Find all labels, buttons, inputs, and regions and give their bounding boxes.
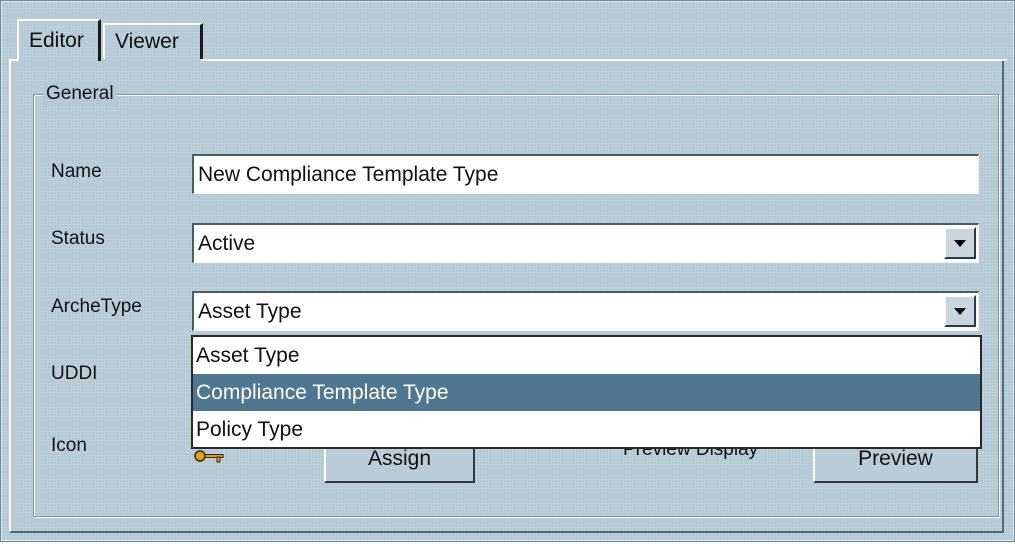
dropdown-option-label: Asset Type xyxy=(196,343,300,367)
dropdown-option-compliance-template-type[interactable]: Compliance Template Type xyxy=(193,374,980,411)
preview-button-label: Preview xyxy=(858,447,933,470)
status-dropdown-button[interactable] xyxy=(944,227,976,259)
name-field-value: New Compliance Template Type xyxy=(198,162,499,186)
archetype-select-value: Asset Type xyxy=(198,299,302,323)
status-select[interactable]: Active xyxy=(192,223,979,263)
archetype-select[interactable]: Asset Type xyxy=(192,291,979,331)
tab-editor-label: Editor xyxy=(29,29,84,52)
dropdown-option-policy-type[interactable]: Policy Type xyxy=(193,411,980,448)
name-label: Name xyxy=(51,161,102,182)
status-label: Status xyxy=(51,228,105,249)
assign-button-label: Assign xyxy=(367,447,432,470)
dropdown-option-label: Policy Type xyxy=(196,417,303,441)
archetype-label: ArcheType xyxy=(51,296,142,317)
uddi-label: UDDI xyxy=(51,363,98,384)
archetype-dropdown-list: Asset Type Compliance Template Type Poli… xyxy=(191,335,982,449)
status-select-value: Active xyxy=(198,231,256,255)
icon-label: Icon xyxy=(51,435,87,456)
name-field[interactable]: New Compliance Template Type xyxy=(192,154,979,194)
key-icon xyxy=(194,450,224,463)
chevron-down-icon xyxy=(954,307,966,315)
tab-editor[interactable]: Editor xyxy=(17,19,101,61)
general-group-title: General xyxy=(43,83,117,105)
archetype-dropdown-button[interactable] xyxy=(944,295,976,327)
dropdown-option-asset-type[interactable]: Asset Type xyxy=(193,337,980,374)
tab-viewer[interactable]: Viewer xyxy=(103,23,203,59)
tab-viewer-label: Viewer xyxy=(115,30,179,53)
editor-window: Editor Viewer General Name New Complianc… xyxy=(0,0,1015,542)
chevron-down-icon xyxy=(954,239,966,247)
dropdown-option-label: Compliance Template Type xyxy=(196,380,449,404)
